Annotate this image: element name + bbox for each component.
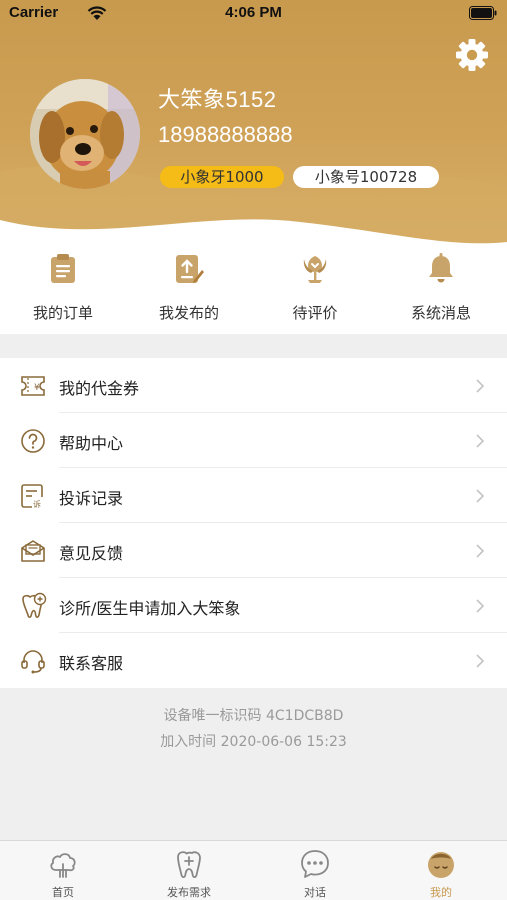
chat-icon <box>301 850 329 878</box>
chevron-right-icon <box>476 599 485 613</box>
bell-icon <box>429 253 453 283</box>
device-id-text: 设备唯一标识码 4C1DCB8D <box>163 708 344 724</box>
publish-edit-icon <box>176 255 204 283</box>
menu-item-label: 帮助中心 <box>59 434 124 453</box>
clipboard-icon <box>51 254 75 283</box>
quick-action-orders[interactable]: 我的订单 <box>0 250 126 334</box>
tooth-plus-icon <box>177 851 201 879</box>
flower-review-icon <box>303 256 327 283</box>
member-id-badge: 小象号100728 <box>293 166 439 188</box>
menu-item-feedback[interactable]: 意见反馈 <box>0 523 507 578</box>
svg-text:¥: ¥ <box>34 383 40 393</box>
tab-label: 对话 <box>304 886 326 899</box>
menu-item-customer-service[interactable]: 联系客服 <box>0 633 507 688</box>
chevron-right-icon <box>476 379 485 393</box>
profile-header: Carrier 4:06 PM 大笨象5152 18988888888 小象牙1… <box>0 0 507 250</box>
tab-home[interactable]: 首页 <box>0 841 126 900</box>
username: 大笨象5152 <box>158 87 277 112</box>
profile-face-icon <box>428 852 454 878</box>
status-time: 4:06 PM <box>225 4 282 21</box>
menu-item-vouchers[interactable]: ¥ 我的代金券 <box>0 358 507 413</box>
complaint-icon: 诉 <box>21 484 45 509</box>
svg-text:诉: 诉 <box>33 499 41 509</box>
status-bar: Carrier 4:06 PM <box>0 0 507 28</box>
ivory-points-badge: 小象牙1000 <box>160 166 284 188</box>
menu-item-complaints[interactable]: 诉 投诉记录 <box>0 468 507 523</box>
tab-label: 发布需求 <box>167 886 211 899</box>
tab-label: 我的 <box>430 886 452 899</box>
settings-menu: ¥ 我的代金券 帮助中心 诉 投诉记录 意见反馈 诊所/医生申请加入大笨象 联系… <box>0 358 507 688</box>
quick-actions-row: 我的订单 我发布的 待评价 系统消息 <box>0 250 507 334</box>
menu-item-label: 诊所/医生申请加入大笨象 <box>59 599 241 618</box>
headset-icon <box>21 650 45 674</box>
quick-action-published[interactable]: 我发布的 <box>126 250 252 334</box>
quick-action-messages[interactable]: 系统消息 <box>378 250 504 334</box>
battery-icon <box>469 6 497 20</box>
menu-item-clinic-apply[interactable]: 诊所/医生申请加入大笨象 <box>0 578 507 633</box>
tab-chat[interactable]: 对话 <box>252 841 378 900</box>
chevron-right-icon <box>476 544 485 558</box>
tab-label: 首页 <box>52 886 74 899</box>
menu-item-label: 投诉记录 <box>59 489 124 508</box>
feedback-icon <box>21 540 45 562</box>
chevron-right-icon <box>476 654 485 668</box>
join-time-text: 加入时间 2020-06-06 15:23 <box>160 734 347 750</box>
quick-action-label: 待评价 <box>292 304 338 322</box>
bottom-tab-bar: 首页 发布需求 对话 我的 <box>0 840 507 900</box>
quick-action-label: 系统消息 <box>410 304 471 322</box>
menu-item-help[interactable]: 帮助中心 <box>0 413 507 468</box>
phone-number: 18988888888 <box>158 122 293 147</box>
avatar[interactable] <box>30 79 140 189</box>
menu-item-label: 我的代金券 <box>59 379 140 398</box>
gear-icon[interactable] <box>455 38 489 72</box>
home-cloud-icon <box>50 853 76 878</box>
quick-action-to-review[interactable]: 待评价 <box>252 250 378 334</box>
tab-mine[interactable]: 我的 <box>378 841 504 900</box>
chevron-right-icon <box>476 489 485 503</box>
menu-item-label: 联系客服 <box>59 654 124 673</box>
dog-photo <box>30 79 140 189</box>
quick-action-label: 我发布的 <box>158 304 219 322</box>
quick-action-label: 我的订单 <box>32 304 93 322</box>
help-icon <box>21 429 45 453</box>
voucher-icon: ¥ <box>21 376 45 396</box>
tooth-add-icon <box>22 592 47 618</box>
chevron-right-icon <box>476 434 485 448</box>
menu-item-label: 意见反馈 <box>59 544 124 563</box>
tab-publish-request[interactable]: 发布需求 <box>126 841 252 900</box>
